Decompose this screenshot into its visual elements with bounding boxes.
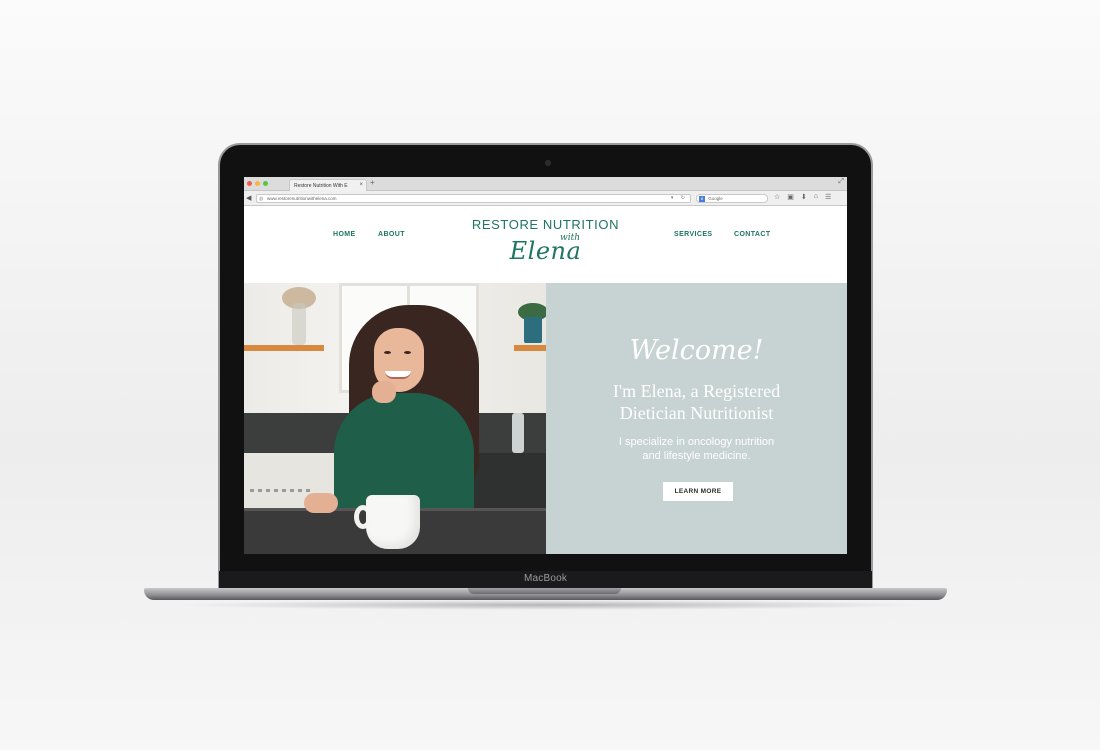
browser-tab[interactable]: Restore Nutrition With E × bbox=[289, 179, 367, 191]
hero-specialty-line2: and lifestyle medicine. bbox=[642, 450, 751, 462]
photo-shelf-left bbox=[244, 345, 324, 351]
logo-title: RESTORE NUTRITION bbox=[471, 217, 620, 232]
browser-tab-title: Restore Nutrition With E bbox=[294, 183, 348, 189]
photo-shelf-right bbox=[514, 345, 546, 351]
star-icon[interactable]: ☆ bbox=[774, 193, 780, 201]
search-input[interactable]: 8 Google bbox=[696, 194, 768, 203]
google-search-icon: 8 bbox=[699, 196, 705, 202]
reload-icon[interactable]: ▾ ↻ bbox=[671, 195, 688, 201]
laptop-brand-label: MacBook bbox=[523, 573, 568, 584]
hero-specialty-line1: I specialize in oncology nutrition bbox=[618, 436, 775, 448]
photo-hand bbox=[372, 381, 396, 403]
hero-specialty: I specialize in oncology nutrition and l… bbox=[546, 435, 847, 463]
welcome-heading: Welcome! bbox=[629, 335, 764, 366]
browser-toolbar: ☆ ▣ ⬇ ⌂ ☰ bbox=[774, 193, 831, 201]
photo-smile bbox=[385, 371, 411, 379]
back-icon[interactable]: ◀ bbox=[246, 194, 251, 202]
browser-tab-bar: Restore Nutrition With E × + ⤢ bbox=[244, 177, 847, 191]
laptop-shadow bbox=[170, 600, 930, 610]
hero-intro-line2: Dietician Nutritionist bbox=[619, 403, 774, 423]
camera-icon[interactable]: ▣ bbox=[787, 193, 794, 201]
photo-eye-right bbox=[404, 351, 411, 354]
site-header: HOME ABOUT RESTORE NUTRITION with Elena … bbox=[244, 206, 847, 282]
window-controls bbox=[247, 181, 268, 186]
fullscreen-icon[interactable]: ⤢ bbox=[838, 178, 844, 186]
hero-text-panel: Welcome! I'm Elena, a Registered Dietici… bbox=[546, 283, 847, 554]
minimize-window-icon[interactable] bbox=[255, 181, 260, 186]
new-tab-icon[interactable]: + bbox=[370, 178, 375, 187]
photo-faucet bbox=[512, 413, 524, 453]
maximize-window-icon[interactable] bbox=[263, 181, 268, 186]
photo-pot bbox=[524, 317, 542, 343]
address-bar[interactable]: ◍ www.restorenutritionwithelena.com ▾ ↻ bbox=[256, 194, 691, 203]
hero-section: Welcome! I'm Elena, a Registered Dietici… bbox=[244, 283, 847, 554]
nav-services[interactable]: SERVICES bbox=[674, 231, 712, 238]
logo-name: Elena bbox=[509, 237, 582, 265]
laptop-notch bbox=[468, 588, 621, 594]
hero-intro-line1: I'm Elena, a Registered bbox=[612, 381, 781, 401]
browser-nav-bar: ◀ ◍ www.restorenutritionwithelena.com ▾ … bbox=[244, 191, 847, 206]
learn-more-button[interactable]: LEARN MORE bbox=[663, 482, 733, 501]
photo-mug bbox=[366, 495, 420, 549]
laptop-screen: Restore Nutrition With E × + ⤢ ◀ ◍ www.r… bbox=[244, 177, 847, 554]
tab-close-icon[interactable]: × bbox=[359, 182, 363, 188]
close-window-icon[interactable] bbox=[247, 181, 252, 186]
hero-photo bbox=[244, 283, 546, 554]
photo-eye-left bbox=[384, 351, 391, 354]
download-icon[interactable]: ⬇ bbox=[801, 193, 807, 201]
laptop-chin: MacBook bbox=[219, 571, 872, 589]
nav-contact[interactable]: CONTACT bbox=[734, 231, 771, 238]
photo-oven-knobs bbox=[250, 489, 310, 492]
hero-intro: I'm Elena, a Registered Dietician Nutrit… bbox=[546, 380, 847, 424]
globe-icon: ◍ bbox=[259, 196, 264, 202]
camera-icon bbox=[545, 160, 551, 166]
home-icon[interactable]: ⌂ bbox=[814, 193, 818, 201]
photo-arm-hand bbox=[304, 493, 338, 513]
menu-icon[interactable]: ☰ bbox=[825, 193, 831, 201]
address-bar-url: www.restorenutritionwithelena.com bbox=[267, 196, 337, 201]
search-placeholder: Google bbox=[708, 196, 723, 201]
photo-vase bbox=[292, 303, 306, 345]
